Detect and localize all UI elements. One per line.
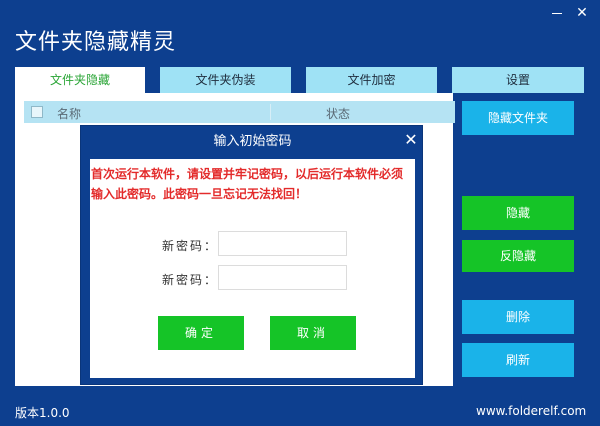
tab-file-encrypt[interactable]: 文件加密	[306, 67, 437, 93]
close-icon: ✕	[576, 5, 588, 21]
tab-folder-hide[interactable]: 文件夹隐藏	[15, 67, 145, 93]
refresh-button[interactable]: 刷新	[462, 343, 574, 377]
close-icon: ✕	[404, 130, 418, 149]
select-all-checkbox[interactable]	[31, 106, 43, 118]
password-dialog: 输入初始密码 ✕ 首次运行本软件，请设置并牢记密码，以后运行本软件必须输入此密码…	[80, 125, 423, 385]
version-label: 版本1.0.0	[15, 406, 70, 420]
app-title: 文件夹隐藏精灵	[15, 30, 177, 55]
ok-button[interactable]: 确定	[158, 316, 244, 350]
cancel-button[interactable]: 取消	[270, 316, 356, 350]
column-header-name[interactable]: 名称	[57, 105, 81, 122]
hide-button[interactable]: 隐藏	[462, 196, 574, 230]
app-window: 文件夹隐藏精灵 ✕ 文件夹隐藏 文件夹伪装 文件加密 设置 名称 状态 隐藏文件…	[0, 0, 600, 426]
minimize-button[interactable]	[550, 6, 564, 20]
confirm-password-label: 新密码：	[162, 273, 219, 287]
list-header: 名称 状态	[24, 101, 455, 123]
column-header-status[interactable]: 状态	[326, 105, 350, 122]
tab-folder-disguise[interactable]: 文件夹伪装	[160, 67, 291, 93]
close-button[interactable]: ✕	[575, 6, 589, 20]
dialog-title: 输入初始密码	[213, 134, 292, 149]
new-password-input[interactable]	[218, 231, 347, 256]
column-divider	[270, 104, 271, 120]
delete-button[interactable]: 删除	[462, 300, 574, 334]
dialog-close-button[interactable]: ✕	[403, 132, 419, 148]
minimize-icon	[552, 13, 562, 14]
warning-text: 首次运行本软件，请设置并牢记密码，以后运行本软件必须输入此密码。此密码一旦忘记无…	[91, 167, 404, 201]
new-password-label: 新密码：	[162, 239, 219, 253]
confirm-password-input[interactable]	[218, 265, 347, 290]
dialog-body: 首次运行本软件，请设置并牢记密码，以后运行本软件必须输入此密码。此密码一旦忘记无…	[90, 159, 415, 378]
hide-folder-button[interactable]: 隐藏文件夹	[462, 101, 574, 135]
tab-settings[interactable]: 设置	[452, 67, 584, 93]
website-link[interactable]: www.folderelf.com	[476, 404, 586, 418]
unhide-button[interactable]: 反隐藏	[462, 240, 574, 272]
